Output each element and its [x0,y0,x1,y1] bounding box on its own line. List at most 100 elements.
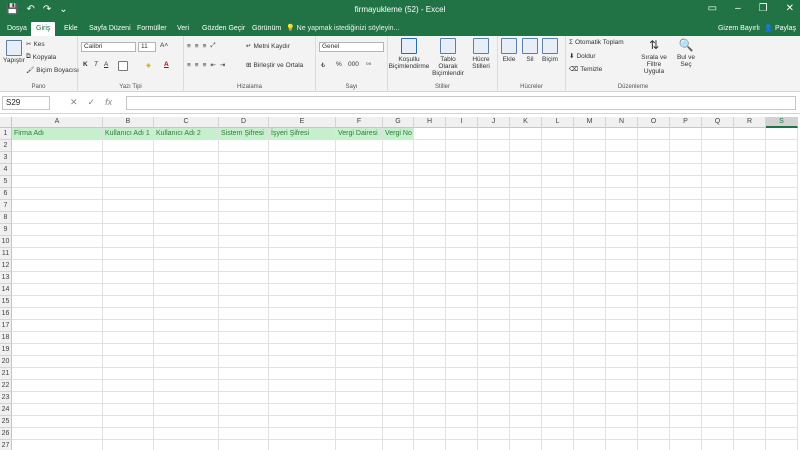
cell[interactable] [670,164,702,176]
cell[interactable] [670,260,702,272]
cell[interactable] [766,248,798,260]
cell[interactable] [446,272,478,284]
cell[interactable] [154,260,219,272]
cell[interactable] [638,272,670,284]
column-header-n[interactable]: N [606,117,638,128]
cell[interactable] [542,152,574,164]
column-header-p[interactable]: P [670,117,702,128]
cell[interactable] [766,356,798,368]
cell[interactable] [103,356,154,368]
cell[interactable] [336,188,383,200]
cell[interactable] [154,344,219,356]
cell[interactable] [510,248,542,260]
cell[interactable] [383,212,414,224]
cell[interactable] [734,236,766,248]
cell[interactable] [336,368,383,380]
cell[interactable] [542,332,574,344]
column-header-i[interactable]: I [446,117,478,128]
cell[interactable] [219,152,269,164]
cell[interactable] [12,392,103,404]
cell[interactable] [478,296,510,308]
cell[interactable] [702,392,734,404]
header-cell-e1[interactable]: İşyeri Şifresi [269,128,336,140]
cell[interactable] [670,392,702,404]
column-header-g[interactable]: G [383,117,414,128]
italic-button[interactable]: T [94,61,98,68]
cell[interactable] [383,188,414,200]
cell[interactable] [542,200,574,212]
cell[interactable] [414,188,446,200]
header-cell-g1[interactable]: Vergi No [383,128,414,140]
cell[interactable] [606,212,638,224]
cell[interactable] [574,224,606,236]
cell[interactable] [670,332,702,344]
cell[interactable] [383,320,414,332]
cell[interactable] [336,356,383,368]
cell[interactable] [638,320,670,332]
cell[interactable] [219,428,269,440]
font-color-button[interactable]: A [164,61,169,68]
cell[interactable] [12,140,103,152]
cell[interactable] [12,332,103,344]
decimal-icon[interactable]: ⁰⁰ [366,61,371,69]
cell[interactable] [670,200,702,212]
cell[interactable] [103,152,154,164]
cell[interactable] [638,440,670,450]
cell[interactable] [478,320,510,332]
user-name[interactable]: Gizem Bayırlı [718,22,760,35]
horizontal-align-icons[interactable]: ≡ ≡ ≡ ⇤ ⇥ [187,61,225,70]
column-header-l[interactable]: L [542,117,574,128]
cell[interactable] [542,416,574,428]
cell[interactable] [446,164,478,176]
cell[interactable] [414,140,446,152]
formula-input[interactable] [126,96,796,110]
cell[interactable] [383,380,414,392]
cell[interactable] [446,356,478,368]
cell[interactable] [103,344,154,356]
autosum-button[interactable]: Σ Otomatik Toplam [569,39,624,46]
cell[interactable] [414,332,446,344]
cell[interactable] [734,428,766,440]
cell[interactable] [510,176,542,188]
cell[interactable] [336,260,383,272]
cell[interactable] [542,140,574,152]
cell[interactable] [336,332,383,344]
cell[interactable] [219,236,269,248]
cell[interactable] [574,344,606,356]
cell[interactable] [154,380,219,392]
cell[interactable] [383,332,414,344]
cell[interactable] [336,428,383,440]
cell[interactable] [336,212,383,224]
cell[interactable] [219,320,269,332]
cell[interactable] [154,308,219,320]
column-header-d[interactable]: D [219,117,269,128]
cell[interactable] [414,152,446,164]
cell[interactable] [154,320,219,332]
cell[interactable] [606,440,638,450]
cell[interactable] [734,392,766,404]
row-header-1[interactable]: 1 [0,128,12,140]
cell[interactable] [154,272,219,284]
cell[interactable] [542,284,574,296]
cell[interactable] [702,212,734,224]
cell[interactable] [154,332,219,344]
cell[interactable] [702,260,734,272]
cell[interactable] [670,320,702,332]
paste-button[interactable]: Yapıştır [3,40,25,64]
row-header-27[interactable]: 27 [0,440,12,450]
cell[interactable] [154,224,219,236]
cell[interactable] [574,368,606,380]
cell[interactable] [606,404,638,416]
cell[interactable] [478,416,510,428]
tell-me-search[interactable]: 💡 Ne yapmak istediğinizi söyleyin... [286,22,399,35]
cell[interactable] [734,260,766,272]
cell[interactable] [542,188,574,200]
cell[interactable] [510,356,542,368]
cell[interactable] [702,344,734,356]
cell[interactable] [606,224,638,236]
cell[interactable] [702,200,734,212]
cell[interactable] [638,308,670,320]
select-all-corner[interactable] [0,117,12,128]
cell[interactable] [269,152,336,164]
cell[interactable] [478,224,510,236]
